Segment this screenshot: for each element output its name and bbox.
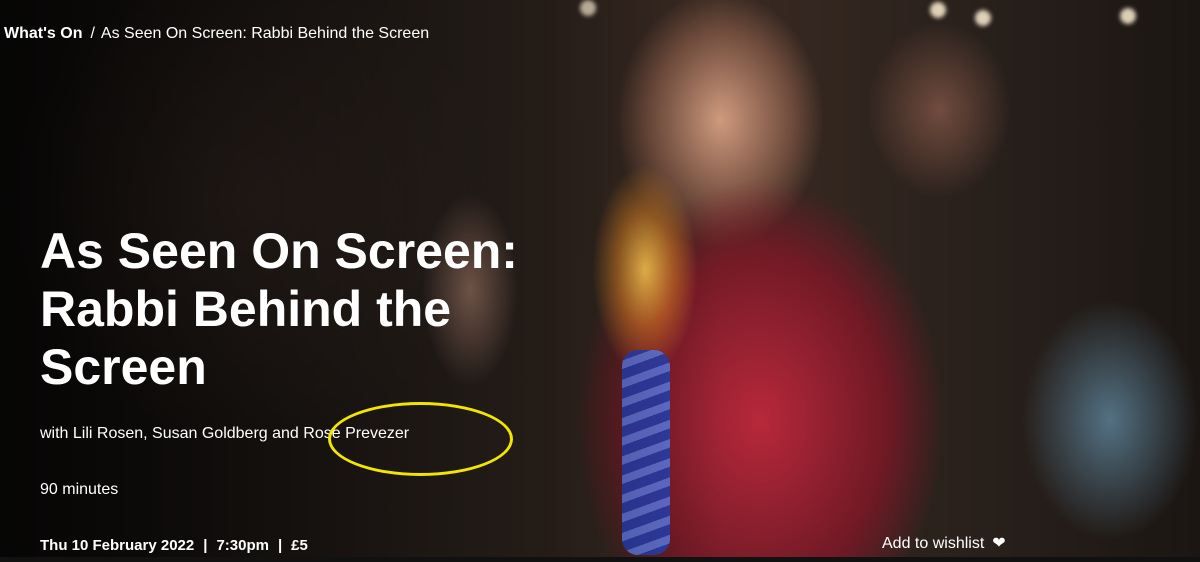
event-price: £5 [291, 537, 308, 554]
event-title: As Seen On Screen: Rabbi Behind the Scre… [40, 222, 600, 396]
heart-icon: ❤ [992, 535, 1006, 552]
breadcrumb: What's On / As Seen On Screen: Rabbi Behin… [4, 25, 429, 43]
event-title-line: Screen [40, 339, 207, 395]
highlight-annotation [328, 402, 513, 476]
event-title-line: Rabbi Behind the [40, 281, 452, 337]
breadcrumb-whats-on-link[interactable]: What's On [4, 25, 82, 42]
wishlist-label: Add to wishlist [882, 535, 985, 552]
meta-separator: | [203, 537, 208, 554]
breadcrumb-current: As Seen On Screen: Rabbi Behind the Scre… [100, 25, 430, 42]
meta-separator: | [277, 537, 283, 554]
event-date: Thu 10 February 2022 [40, 537, 195, 554]
event-title-line: As Seen On Screen: [40, 223, 518, 279]
event-duration: 90 minutes [40, 481, 119, 498]
bottom-strip [0, 557, 1200, 562]
breadcrumb-separator: / [90, 25, 95, 42]
event-meta: Thu 10 February 2022 | 7:30pm | £5 [40, 537, 308, 554]
add-to-wishlist-button[interactable]: Add to wishlist ❤ [882, 533, 1006, 553]
event-time: 7:30pm [216, 537, 269, 554]
